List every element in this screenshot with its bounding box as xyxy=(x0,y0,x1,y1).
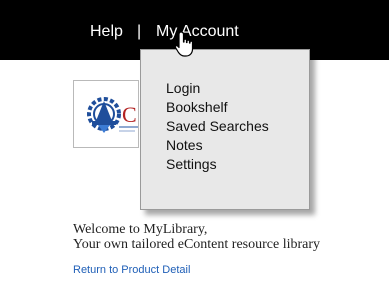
menu-item-settings[interactable]: Settings xyxy=(166,155,269,174)
institution-logo-icon: C xyxy=(87,97,138,133)
return-to-product-detail-link[interactable]: Return to Product Detail xyxy=(73,263,190,277)
menu-item-saved-searches[interactable]: Saved Searches xyxy=(166,117,269,136)
menu-item-login[interactable]: Login xyxy=(166,79,269,98)
my-account-dropdown: Login Bookshelf Saved Searches Notes Set… xyxy=(140,49,310,210)
menu-item-bookshelf[interactable]: Bookshelf xyxy=(166,98,269,117)
library-logo: C xyxy=(73,80,139,148)
dropdown-menu-list: Login Bookshelf Saved Searches Notes Set… xyxy=(166,79,269,174)
help-link[interactable]: Help xyxy=(90,22,123,42)
welcome-message: Welcome to MyLibrary, Your own tailored … xyxy=(73,222,320,252)
logo-letter: C xyxy=(122,102,137,127)
my-account-menu[interactable]: My Account xyxy=(156,22,239,42)
welcome-line-2: Your own tailored eContent resource libr… xyxy=(73,237,321,252)
menu-item-notes[interactable]: Notes xyxy=(166,136,269,155)
welcome-line-1: Welcome to MyLibrary, xyxy=(73,222,208,237)
nav-separator: | xyxy=(137,23,142,40)
